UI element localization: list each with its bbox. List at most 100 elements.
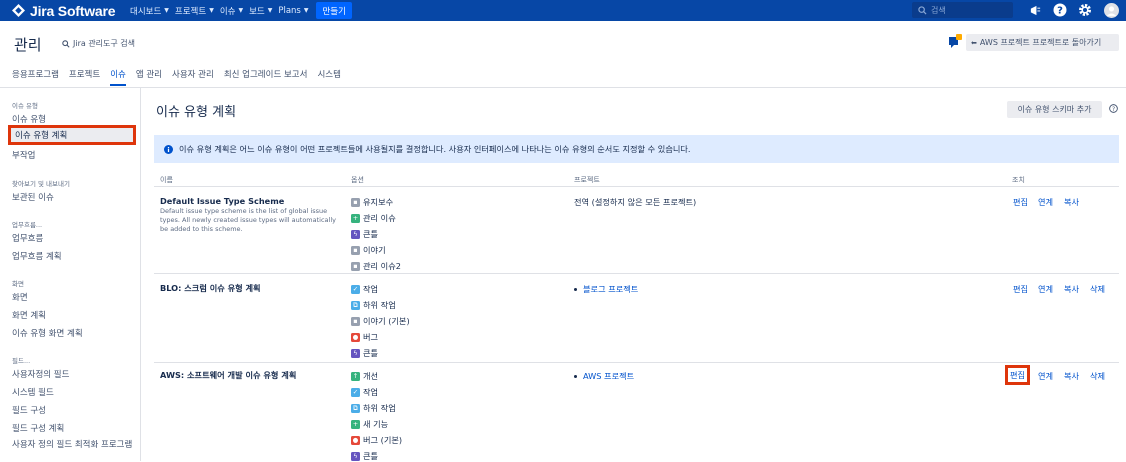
nav-issues[interactable]: 이슈 ▼ (220, 0, 243, 21)
search-input[interactable]: 검색 (912, 2, 1013, 18)
sidebar-item-workflows[interactable]: 업무흐름 (12, 232, 43, 244)
sidebar-item-issue-type-schemes[interactable]: 이슈 유형 계획 (8, 125, 136, 145)
copy-link[interactable]: 복사 (1064, 370, 1079, 382)
add-issue-type-scheme-button[interactable]: 이슈 유형 스키마 추가 (1007, 101, 1102, 118)
jira-logo-icon (12, 4, 25, 17)
associate-link[interactable]: 연계 (1038, 283, 1053, 295)
jira-logo-text: Jira Software (30, 2, 116, 19)
chevron-down-icon: ▼ (209, 7, 214, 14)
nav-boards-label: 보드 (249, 6, 265, 17)
sidebar-item-field-configuration-schemes[interactable]: 필드 구성 계획 (12, 422, 64, 434)
project-link-aws[interactable]: AWS 프로젝트 (574, 370, 634, 382)
arrow-left-icon: ⬅ (971, 38, 977, 47)
blue-subtask-icon: ⧉ (351, 403, 360, 413)
sidebar-item-custom-field-optimizer[interactable]: 사용자 정의 필드 최적화 프로그램 (12, 440, 136, 450)
row-divider (154, 273, 1119, 274)
option-label: 버그 (기본) (363, 435, 403, 445)
scheme-name: Default Issue Type Scheme (160, 196, 285, 206)
help-icon[interactable]: ? (1052, 2, 1068, 18)
delete-link[interactable]: 삭제 (1090, 283, 1105, 295)
purple-epic-icon: ϟ (351, 451, 360, 461)
option-item: ϟ 큰틀 (351, 228, 378, 240)
option-label: 하위 작업 (363, 403, 396, 413)
project-label: AWS 프로젝트 (583, 371, 635, 381)
copy-link[interactable]: 복사 (1064, 283, 1079, 295)
sidebar-item-issue-types[interactable]: 이슈 유형 (12, 113, 46, 125)
option-label: 하위 작업 (363, 300, 396, 310)
option-item: ✓ 작업 (351, 386, 378, 398)
purple-epic-icon: ϟ (351, 348, 360, 358)
red-bug-icon: ● (351, 332, 360, 342)
edit-link[interactable]: 편집 (1005, 365, 1031, 385)
help-icon[interactable]: ? (1109, 104, 1118, 116)
svg-text:?: ? (1112, 107, 1115, 113)
bullet (574, 374, 577, 378)
jira-logo[interactable]: Jira Software (12, 3, 124, 19)
option-item: ϟ 큰틀 (351, 450, 378, 462)
sidebar-item-custom-fields[interactable]: 사용자정의 필드 (12, 368, 69, 380)
option-item: ⧉ 하위 작업 (351, 299, 396, 311)
back-to-project-button[interactable]: ⬅ AWS 프로젝트 프로젝트로 돌아가기 (966, 34, 1119, 51)
search-placeholder: 검색 (931, 5, 946, 15)
chevron-down-icon: ▼ (303, 7, 309, 14)
sidebar-item-system-fields[interactable]: 시스템 필드 (12, 386, 54, 398)
gear-icon[interactable] (1077, 2, 1093, 18)
nav-plans[interactable]: Plans ▼ (278, 0, 308, 21)
admin-search-label: Jira 관리도구 검색 (73, 39, 136, 48)
nav-projects[interactable]: 프로젝트 ▼ (175, 0, 214, 21)
option-item: ▪ 이야기 (351, 244, 386, 256)
tab-upgrade-report[interactable]: 최신 업그레이드 보고서 (224, 68, 308, 86)
option-item: ▪ 유지보수 (351, 196, 393, 208)
edit-link[interactable]: 편집 (1013, 196, 1028, 208)
bullet (574, 287, 577, 291)
notification-icon[interactable] (948, 34, 962, 48)
option-label: 큰틀 (363, 229, 379, 239)
copy-link[interactable]: 복사 (1064, 196, 1079, 208)
chevron-down-icon: ▼ (164, 7, 169, 14)
sidebar-heading-workflows: 업무흐름... (12, 221, 43, 229)
admin-search-link[interactable]: Jira 관리도구 검색 (62, 38, 135, 49)
option-label: 이야기 (기본) (363, 316, 410, 326)
edit-link[interactable]: 편집 (1013, 283, 1028, 295)
tab-projects[interactable]: 프로젝트 (69, 68, 100, 86)
nav-projects-label: 프로젝트 (174, 6, 207, 17)
sidebar-item-screen-schemes[interactable]: 화면 계획 (12, 309, 46, 321)
sidebar-item-field-configurations[interactable]: 필드 구성 (12, 404, 46, 416)
sidebar-item-subtasks[interactable]: 부작업 (12, 149, 35, 161)
create-button[interactable]: 만들기 (316, 2, 352, 19)
sidebar-heading-issue-types: 이슈 유형 (12, 102, 38, 110)
nav-boards[interactable]: 보드 ▼ (249, 0, 272, 21)
gray-square-icon: ▪ (351, 316, 360, 326)
sidebar-item-screens[interactable]: 화면 (12, 291, 28, 303)
page-title: 관리 (14, 36, 42, 54)
top-navigation: Jira Software 대시보드 ▼ 프로젝트 ▼ 이슈 ▼ 보드 ▼ Plans ▼… (0, 0, 1126, 21)
sidebar-item-workflow-schemes[interactable]: 업무흐름 계획 (12, 250, 62, 262)
project-link-blog[interactable]: 블로그 프로젝트 (574, 283, 638, 295)
scheme-description: Default issue type scheme is the list of… (160, 207, 336, 233)
back-to-project-label: AWS 프로젝트 프로젝트로 돌아가기 (979, 38, 1102, 47)
project-label: 블로그 프로젝트 (583, 284, 639, 294)
sidebar: 이슈 유형 이슈 유형 이슈 유형 계획 부작업 찾아보기 및 내보내기 보관된… (0, 88, 141, 461)
tab-applications[interactable]: 응용프로그램 (12, 68, 59, 86)
associate-link[interactable]: 연계 (1038, 196, 1053, 208)
avatar[interactable] (1103, 2, 1119, 18)
sidebar-item-issue-type-screen-schemes[interactable]: 이슈 유형 화면 계획 (12, 327, 83, 339)
option-item: ▪ 관리 이슈2 (351, 260, 401, 272)
gray-square-icon: ▪ (351, 261, 360, 271)
delete-link[interactable]: 삭제 (1090, 370, 1105, 382)
nav-dashboards[interactable]: 대시보드 ▼ (130, 0, 169, 21)
tab-system[interactable]: 시스템 (317, 68, 340, 86)
search-icon (918, 5, 927, 15)
scheme-name: AWS: 소프트웨어 개발 이슈 유형 계획 (160, 370, 297, 380)
project-scope: 전역 (설정하지 않은 모든 프로젝트) (574, 197, 697, 207)
option-item: ↑ 개선 (351, 370, 378, 382)
associate-link[interactable]: 연계 (1038, 370, 1053, 382)
tab-manage-apps[interactable]: 앱 관리 (136, 68, 162, 86)
nav-dashboards-label: 대시보드 (130, 6, 162, 17)
tab-user-management[interactable]: 사용자 관리 (172, 68, 214, 86)
megaphone-icon[interactable] (1027, 2, 1043, 18)
tab-issues[interactable]: 이슈 (110, 68, 126, 86)
chevron-down-icon: ▼ (267, 7, 273, 14)
option-label: 개선 (363, 371, 379, 381)
sidebar-item-archived-issues[interactable]: 보관된 이슈 (12, 191, 54, 203)
